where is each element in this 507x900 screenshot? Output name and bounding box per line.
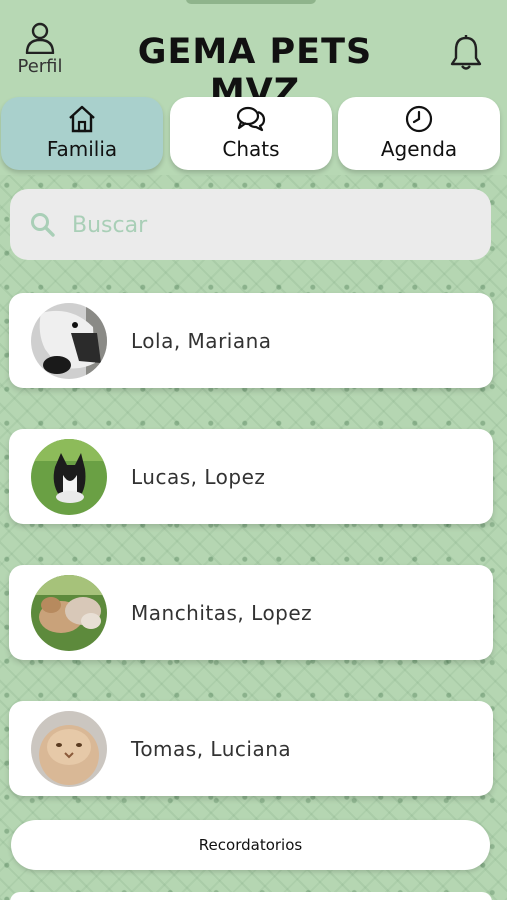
home-icon xyxy=(69,105,95,133)
tab-label: Familia xyxy=(46,137,118,161)
tab-bar: Familia Chats Agenda xyxy=(0,97,507,171)
tab-label: Chats xyxy=(222,137,280,161)
tab-label: Agenda xyxy=(380,137,458,161)
notifications-button[interactable] xyxy=(448,34,484,76)
bell-icon xyxy=(450,35,482,70)
search-input[interactable] xyxy=(72,205,472,245)
tab-agenda[interactable]: Agenda xyxy=(338,97,500,170)
contact-name: Manchitas, Lopez xyxy=(131,601,313,625)
avatar xyxy=(31,711,107,787)
contact-name: Lucas, Lopez xyxy=(131,465,266,489)
user-icon xyxy=(25,22,55,54)
search-icon xyxy=(31,213,55,237)
bottom-card-partial xyxy=(10,892,492,900)
profile-button[interactable]: Perfil xyxy=(12,22,68,77)
reminders-button[interactable]: Recordatorios xyxy=(11,820,490,870)
contact-card-lola[interactable]: Lola, Mariana xyxy=(9,293,493,388)
contact-name: Tomas, Luciana xyxy=(131,737,292,761)
contact-name: Lola, Mariana xyxy=(131,329,272,353)
search-bar xyxy=(10,189,491,260)
contact-card-manchitas[interactable]: Manchitas, Lopez xyxy=(9,565,493,660)
persian-cat-photo xyxy=(31,711,107,787)
dog-puppy-on-grass-photo xyxy=(31,439,107,515)
chat-bubbles-icon xyxy=(236,106,266,132)
rabbits-on-grass-photo xyxy=(31,575,107,651)
tab-chats[interactable]: Chats xyxy=(170,97,332,170)
avatar xyxy=(31,575,107,651)
dog-borzoi-photo xyxy=(31,303,107,379)
clock-icon xyxy=(405,105,433,133)
avatar xyxy=(31,303,107,379)
profile-label: Perfil xyxy=(17,56,63,77)
contact-card-tomas[interactable]: Tomas, Luciana xyxy=(9,701,493,796)
app-header: Perfil GEMA PETS MVZ xyxy=(0,0,507,112)
contact-card-lucas[interactable]: Lucas, Lopez xyxy=(9,429,493,524)
avatar xyxy=(31,439,107,515)
tab-familia[interactable]: Familia xyxy=(1,97,163,170)
